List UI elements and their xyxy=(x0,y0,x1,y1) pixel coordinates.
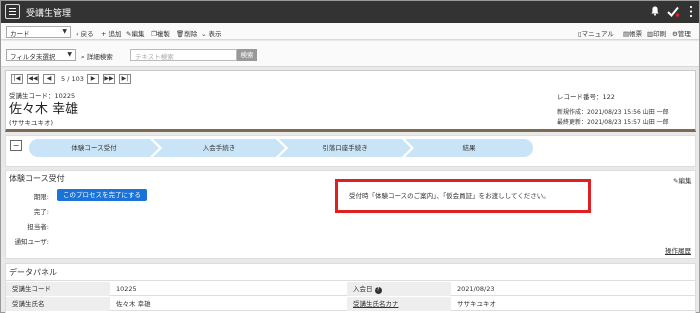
app-title: 受講生管理 xyxy=(26,9,72,19)
complete-process-button[interactable]: このプロセスを完了にする xyxy=(57,189,147,201)
chevron-down-icon: ▼ xyxy=(67,51,72,58)
next-record-button[interactable]: ▶ xyxy=(87,74,99,84)
process-step-1[interactable]: 体験コース受付 xyxy=(29,139,159,157)
process-step-2[interactable]: 入会手続き xyxy=(153,139,285,157)
search-input[interactable]: テキスト検索 xyxy=(130,49,237,61)
back-button[interactable]: ‹ 戻る xyxy=(76,28,94,38)
chevron-down-icon: ⌄ xyxy=(201,30,209,38)
created-info: 新規作成：2021/08/23 15:56 山田 一郎 xyxy=(557,109,669,116)
help-icon[interactable]: ? xyxy=(374,287,382,294)
highlight-box xyxy=(335,179,591,213)
first-record-button[interactable]: |◀ xyxy=(11,74,23,84)
view-select[interactable]: カード ▼ xyxy=(6,26,71,38)
form-button[interactable]: ▤帳票 xyxy=(623,28,642,38)
field-value: ササキユキオ xyxy=(457,300,496,308)
field-value: 佐々木 幸雄 xyxy=(116,300,151,308)
filter-select[interactable]: フィルタ未選択 ▼ xyxy=(6,49,76,61)
prev-page-button[interactable]: ◀◀ xyxy=(27,74,39,84)
add-button[interactable]: + 追加 xyxy=(101,28,122,38)
delete-button[interactable]: 🗑削除 xyxy=(176,28,197,38)
edit-step-button[interactable]: ✎編集 xyxy=(673,175,691,185)
history-link[interactable]: 操作履歴 xyxy=(665,245,691,255)
advanced-search-button[interactable]: ⌕ 詳細検索 xyxy=(81,51,113,62)
manual-button[interactable]: ▯マニュアル xyxy=(578,28,614,38)
assignee-label: 担当者: xyxy=(27,223,49,231)
record-position: 5 / 103 xyxy=(61,75,84,83)
more-menu-icon[interactable] xyxy=(689,5,693,18)
done-label: 完了: xyxy=(33,208,49,216)
deadline-label: 期限: xyxy=(33,193,49,201)
checkmark-icon[interactable] xyxy=(667,6,680,19)
plus-icon: + xyxy=(101,30,109,38)
search-button[interactable]: 検索 xyxy=(237,49,257,61)
notify-users-label: 通知ユーザ: xyxy=(14,238,49,246)
admin-button[interactable]: ⚙管理 xyxy=(672,28,691,38)
field-value: 2021/08/23 xyxy=(457,285,495,293)
record-kana: (ササキユキオ) xyxy=(9,119,54,127)
prev-record-button[interactable]: ◀ xyxy=(43,74,55,84)
next-page-button[interactable]: ▶▶ xyxy=(103,74,115,84)
print-button[interactable]: ▥印刷 xyxy=(647,28,666,38)
copy-button[interactable]: ❐複製 xyxy=(151,28,170,38)
bell-icon[interactable] xyxy=(651,6,659,16)
process-step-3[interactable]: 引落口座手続き xyxy=(279,139,411,157)
app-header xyxy=(1,1,699,23)
step-title: 体験コース受付 xyxy=(9,174,65,183)
last-record-button[interactable]: ▶| xyxy=(119,74,131,84)
field-label: 入会日 ? xyxy=(347,282,451,296)
display-button[interactable]: ⌄ 表示 xyxy=(201,28,222,38)
data-panel-title: データパネル xyxy=(9,268,57,277)
field-value: 10225 xyxy=(116,285,137,293)
collapse-button[interactable]: − xyxy=(10,140,22,151)
chevron-down-icon: ▼ xyxy=(62,28,67,35)
record-name: 佐々木 幸雄 xyxy=(9,102,79,117)
field-label: 受講生コード xyxy=(6,282,110,296)
menu-icon[interactable] xyxy=(5,4,20,19)
updated-info: 最終更新：2021/08/23 15:57 山田 一郎 xyxy=(557,119,669,126)
process-step-4[interactable]: 結果 xyxy=(405,139,533,157)
record-number: レコード番号：122 xyxy=(557,93,615,101)
divider xyxy=(6,280,695,281)
edit-button[interactable]: ✎編集 xyxy=(126,28,144,38)
field-label[interactable]: 受講生氏名カナ xyxy=(347,297,451,311)
field-label: 受講生氏名 xyxy=(6,297,110,311)
